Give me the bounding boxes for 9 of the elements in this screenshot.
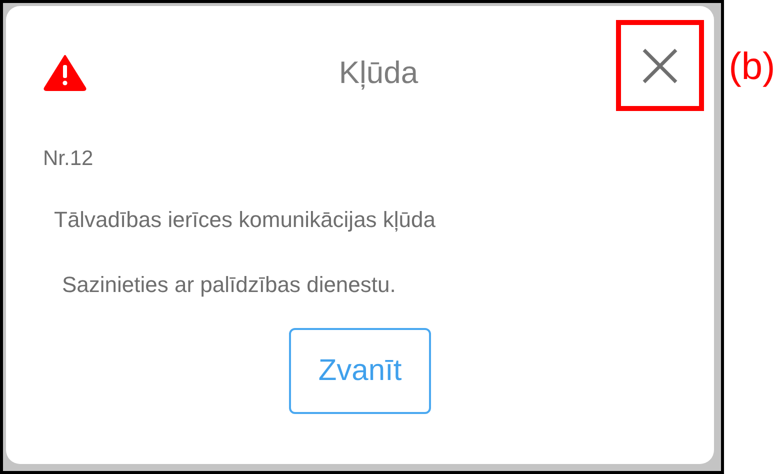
dialog-title: Kļūda (338, 55, 418, 90)
warning-icon (43, 54, 87, 92)
annotation-label: (b) (728, 45, 776, 90)
error-code: Nr.12 (43, 147, 94, 171)
help-text: Sazinieties ar palīdzības dienestu. (62, 272, 397, 298)
close-button[interactable] (616, 20, 704, 111)
close-icon (642, 48, 678, 84)
error-message: Tālvadības ierīces komunikācijas kļūda (54, 207, 437, 233)
call-button[interactable]: Zvanīt (289, 328, 431, 414)
